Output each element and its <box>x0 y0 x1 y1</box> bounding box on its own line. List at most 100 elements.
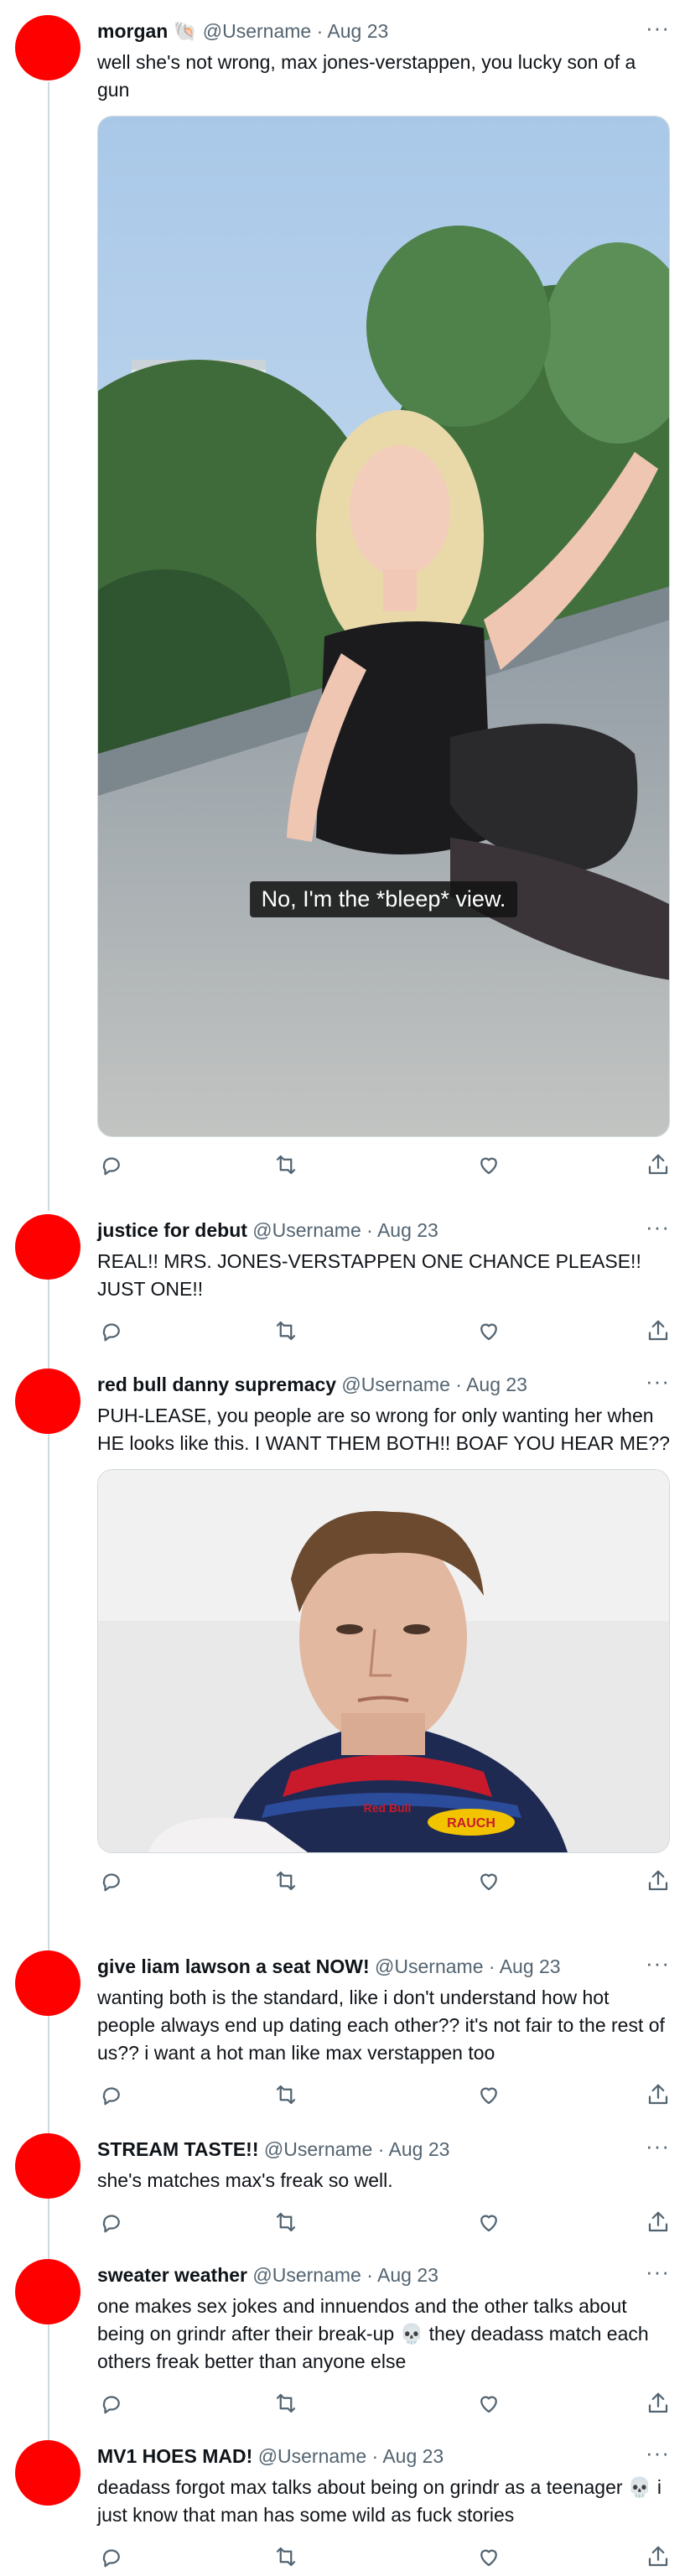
share-icon[interactable] <box>644 2389 672 2418</box>
tweet[interactable]: give liam lawson a seat NOW! @Username ·… <box>0 1935 690 2118</box>
share-icon[interactable] <box>644 1867 672 1895</box>
share-icon[interactable] <box>644 2542 672 2571</box>
tweet-text: REAL!! MRS. JONES-VERSTAPPEN ONE CHANCE … <box>97 1250 641 1300</box>
reply-icon[interactable] <box>97 1150 126 1179</box>
handle[interactable]: @Username <box>252 2264 361 2286</box>
tweet-actions <box>97 1867 670 1900</box>
handle[interactable]: @Username <box>341 1374 449 1395</box>
timestamp[interactable]: Aug 23 <box>377 2264 438 2286</box>
reply-icon[interactable] <box>97 2208 126 2236</box>
display-name[interactable]: justice for debut <box>97 1219 247 1241</box>
display-name[interactable]: sweater weather <box>97 2264 247 2286</box>
photo-driver-portrait: RAUCH Red Bull <box>98 1470 669 1852</box>
separator: · <box>371 2445 379 2467</box>
display-name[interactable]: STREAM TASTE!! <box>97 2138 259 2160</box>
avatar[interactable] <box>15 2259 80 2324</box>
tweet-actions <box>97 2389 670 2423</box>
video-caption: No, I'm the *bleep* view. <box>249 881 518 917</box>
timestamp[interactable]: Aug 23 <box>500 1955 561 1977</box>
tweet-header: MV1 HOES MAD! @Username · Aug 23 ··· <box>97 2440 670 2469</box>
timestamp[interactable]: Aug 23 <box>377 1219 438 1241</box>
handle[interactable]: @Username <box>258 2445 366 2467</box>
handle[interactable]: @Username <box>375 1955 483 1977</box>
reply-icon[interactable] <box>97 2389 126 2418</box>
tweet-text: wanting both is the standard, like i don… <box>97 1987 665 2064</box>
more-icon[interactable]: ··· <box>646 2133 670 2158</box>
share-icon[interactable] <box>644 2080 672 2109</box>
timestamp[interactable]: Aug 23 <box>327 20 388 42</box>
reply-icon[interactable] <box>97 2542 126 2571</box>
retweet-icon[interactable] <box>272 1150 300 1179</box>
tweet-text: deadass forgot max talks about being on … <box>97 2476 662 2526</box>
avatar[interactable] <box>15 1950 80 2016</box>
display-name[interactable]: red bull danny supremacy <box>97 1374 336 1395</box>
handle[interactable]: @Username <box>264 2138 372 2160</box>
tweet-header: give liam lawson a seat NOW! @Username ·… <box>97 1950 670 1979</box>
separator: · <box>366 1219 373 1241</box>
retweet-icon[interactable] <box>272 2080 300 2109</box>
more-icon[interactable]: ··· <box>646 2259 670 2284</box>
reply-icon[interactable] <box>97 1317 126 1345</box>
retweet-icon[interactable] <box>272 1317 300 1345</box>
avatar[interactable] <box>15 1214 80 1280</box>
retweet-icon[interactable] <box>272 2542 300 2571</box>
share-icon[interactable] <box>644 2208 672 2236</box>
timestamp[interactable]: Aug 23 <box>382 2445 444 2467</box>
avatar[interactable] <box>15 2440 80 2506</box>
like-icon[interactable] <box>475 2542 503 2571</box>
separator: · <box>366 2264 373 2286</box>
redbull-badge: Red Bull <box>364 1801 412 1815</box>
timestamp[interactable]: Aug 23 <box>389 2138 450 2160</box>
tweet-header: morgan 🐚 @Username · Aug 23 ··· <box>97 15 670 44</box>
more-icon[interactable]: ··· <box>646 1368 670 1394</box>
tweet-photo[interactable]: No, I'm the *bleep* view. <box>97 116 670 1137</box>
handle[interactable]: @Username <box>203 20 311 42</box>
tweet-photo[interactable]: RAUCH Red Bull <box>97 1469 670 1853</box>
more-icon[interactable]: ··· <box>646 2440 670 2465</box>
reply-icon[interactable] <box>97 1867 126 1895</box>
tweet-actions <box>97 2542 670 2576</box>
avatar[interactable] <box>15 15 80 80</box>
tweet[interactable]: morgan 🐚 @Username · Aug 23 ··· well she… <box>0 0 690 1199</box>
tweet-actions <box>97 2080 670 2114</box>
tweet-text: PUH-LEASE, you people are so wrong for o… <box>97 1405 670 1454</box>
handle[interactable]: @Username <box>252 1219 361 1241</box>
tweet-actions <box>97 2208 670 2241</box>
retweet-icon[interactable] <box>272 1867 300 1895</box>
like-icon[interactable] <box>475 1317 503 1345</box>
share-icon[interactable] <box>644 1150 672 1179</box>
tweet[interactable]: sweater weather @Username · Aug 23 ··· o… <box>0 2244 690 2425</box>
display-name[interactable]: morgan 🐚 <box>97 20 197 42</box>
avatar[interactable] <box>15 2133 80 2199</box>
separator: · <box>316 20 324 42</box>
tweet[interactable]: STREAM TASTE!! @Username · Aug 23 ··· sh… <box>0 2118 690 2244</box>
separator: · <box>488 1955 495 1977</box>
more-icon[interactable]: ··· <box>646 1214 670 1239</box>
tweet[interactable]: red bull danny supremacy @Username · Aug… <box>0 1353 690 1944</box>
like-icon[interactable] <box>475 1150 503 1179</box>
share-icon[interactable] <box>644 1317 672 1345</box>
tweet-actions <box>97 1150 670 1184</box>
display-name[interactable]: MV1 HOES MAD! <box>97 2445 252 2467</box>
reply-icon[interactable] <box>97 2080 126 2109</box>
like-icon[interactable] <box>475 2208 503 2236</box>
tweet-actions <box>97 1317 670 1350</box>
more-icon[interactable]: ··· <box>646 1950 670 1976</box>
more-icon[interactable]: ··· <box>646 15 670 40</box>
photo-woman-on-balcony <box>98 117 669 1136</box>
rauch-badge: RAUCH <box>447 1816 495 1831</box>
timestamp[interactable]: Aug 23 <box>466 1374 527 1395</box>
like-icon[interactable] <box>475 1867 503 1895</box>
tweet-text: one makes sex jokes and innuendos and th… <box>97 2295 649 2372</box>
tweet[interactable]: MV1 HOES MAD! @Username · Aug 23 ··· dea… <box>0 2425 690 2576</box>
display-name[interactable]: give liam lawson a seat NOW! <box>97 1955 370 1977</box>
like-icon[interactable] <box>475 2080 503 2109</box>
tweet-text: well she's not wrong, max jones-verstapp… <box>97 51 636 101</box>
tweet-header: STREAM TASTE!! @Username · Aug 23 ··· <box>97 2133 670 2162</box>
separator: · <box>455 1374 462 1395</box>
avatar[interactable] <box>15 1368 80 1434</box>
retweet-icon[interactable] <box>272 2389 300 2418</box>
tweet[interactable]: justice for debut @Username · Aug 23 ···… <box>0 1199 690 1353</box>
retweet-icon[interactable] <box>272 2208 300 2236</box>
like-icon[interactable] <box>475 2389 503 2418</box>
